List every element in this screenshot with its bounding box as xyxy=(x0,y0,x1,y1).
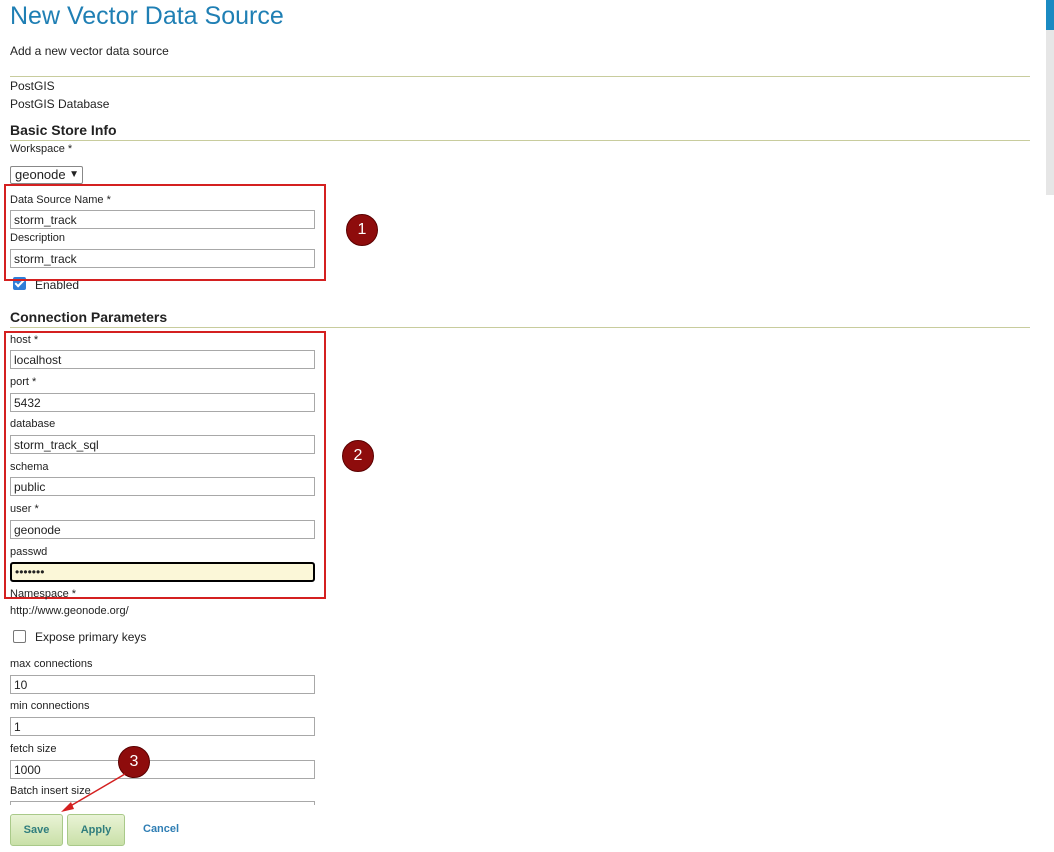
namespace-label: Namespace * xyxy=(10,588,77,600)
min-connections-input[interactable]: 1 xyxy=(10,717,315,736)
annotation-box-2 xyxy=(4,331,326,599)
workspace-select-value: geonode xyxy=(15,167,66,182)
scrollbar-accent xyxy=(1046,0,1054,30)
divider xyxy=(10,76,1030,77)
annotation-box-1 xyxy=(4,184,326,281)
cancel-link[interactable]: Cancel xyxy=(143,823,179,835)
apply-button[interactable]: Apply xyxy=(67,814,125,846)
max-connections-input[interactable]: 10 xyxy=(10,675,315,694)
workspace-label: Workspace * xyxy=(10,143,73,155)
min-connections-label: min connections xyxy=(10,700,90,712)
expose-pk-checkbox[interactable] xyxy=(13,630,26,643)
workspace-select[interactable]: geonode ▼ xyxy=(10,166,83,184)
divider xyxy=(10,327,1030,328)
save-button[interactable]: Save xyxy=(10,814,63,846)
right-scrollbar[interactable] xyxy=(1046,0,1054,195)
chevron-down-icon: ▼ xyxy=(69,169,79,180)
page-subtitle: Add a new vector data source xyxy=(10,44,169,58)
store-type-name: PostGIS xyxy=(10,79,55,93)
store-type-description: PostGIS Database xyxy=(10,97,110,111)
page-title: New Vector Data Source xyxy=(10,2,284,30)
annotation-arrow xyxy=(61,773,126,812)
annotation-badge-1: 1 xyxy=(346,214,378,246)
annotation-badge-2: 2 xyxy=(342,440,374,472)
divider xyxy=(10,140,1030,141)
max-connections-label: max connections xyxy=(10,658,93,670)
expose-pk-label: Expose primary keys xyxy=(35,630,147,644)
fetch-size-label: fetch size xyxy=(10,743,57,755)
basic-info-heading: Basic Store Info xyxy=(10,122,117,138)
namespace-value: http://www.geonode.org/ xyxy=(10,605,129,617)
connection-heading: Connection Parameters xyxy=(10,309,168,325)
